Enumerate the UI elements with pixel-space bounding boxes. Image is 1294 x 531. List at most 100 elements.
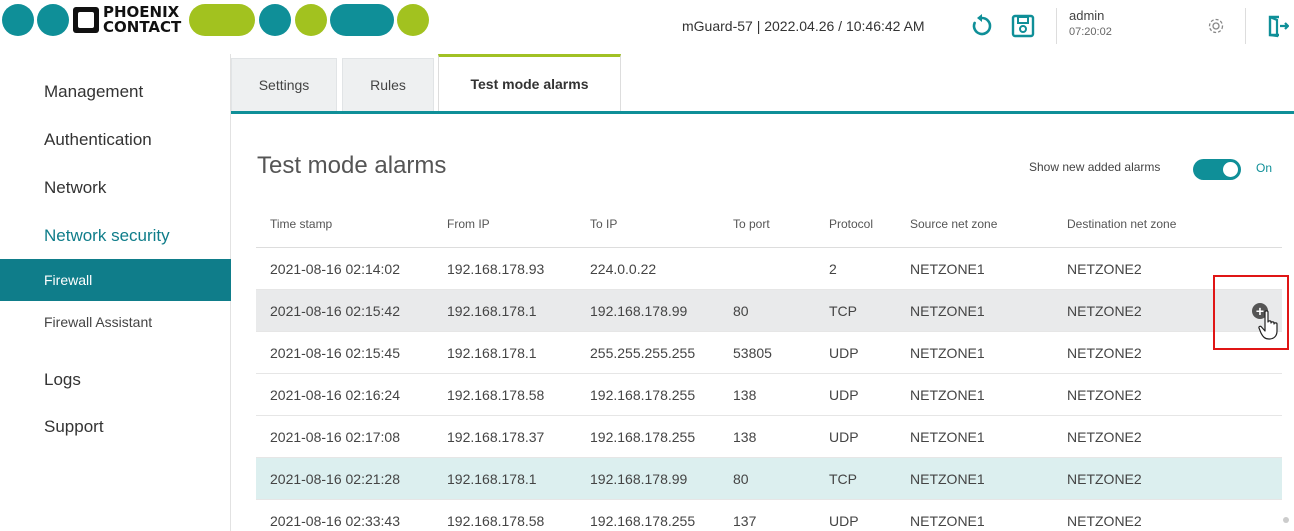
cell-timestamp: 2021-08-16 02:16:24: [270, 387, 400, 403]
cell-protocol: TCP: [829, 471, 857, 487]
logo-dot: [295, 4, 327, 36]
alarms-table: Time stamp From IP To IP To port Protoco…: [256, 204, 1282, 531]
cell-protocol: UDP: [829, 513, 859, 529]
toggle-label: Show new added alarms: [1029, 160, 1161, 174]
cell-from-ip: 192.168.178.58: [447, 387, 545, 403]
table-row[interactable]: 2021-08-16 02:21:28 192.168.178.1 192.16…: [256, 458, 1282, 500]
logo-dot: [37, 4, 69, 36]
cell-to-ip: 192.168.178.255: [590, 513, 696, 529]
logo-pill: [189, 4, 255, 36]
table-row[interactable]: 2021-08-16 02:14:02 192.168.178.93 224.0…: [256, 248, 1282, 290]
sidebar-item-firewall-assistant[interactable]: Firewall Assistant: [0, 301, 231, 343]
cell-from-ip: 192.168.178.93: [447, 261, 545, 277]
sidebar-item-firewall[interactable]: Firewall: [0, 259, 231, 301]
cell-destination-zone: NETZONE2: [1067, 387, 1142, 403]
cell-timestamp: 2021-08-16 02:17:08: [270, 429, 400, 445]
column-header[interactable]: To port: [733, 217, 770, 231]
cell-protocol: TCP: [829, 303, 857, 319]
cell-from-ip: 192.168.178.58: [447, 513, 545, 529]
cell-destination-zone: NETZONE2: [1067, 429, 1142, 445]
cell-destination-zone: NETZONE2: [1067, 513, 1142, 529]
cell-protocol: 2: [829, 261, 837, 277]
cell-to-port: 138: [733, 387, 757, 403]
sidebar-item-network[interactable]: Network: [44, 178, 106, 198]
cell-to-port: 53805: [733, 345, 772, 361]
save-icon[interactable]: [1010, 13, 1036, 39]
tab-test-mode-alarms[interactable]: Test mode alarms: [438, 54, 621, 111]
cell-source-zone: NETZONE1: [910, 513, 985, 529]
logo-dot: [2, 4, 34, 36]
cell-destination-zone: NETZONE2: [1067, 261, 1142, 277]
sidebar-item-logs[interactable]: Logs: [44, 370, 81, 390]
cell-to-ip: 192.168.178.255: [590, 387, 696, 403]
cell-to-ip: 224.0.0.22: [590, 261, 657, 277]
cell-destination-zone: NETZONE2: [1067, 345, 1142, 361]
sidebar-item-support[interactable]: Support: [44, 417, 104, 437]
cell-protocol: UDP: [829, 429, 859, 445]
cell-from-ip: 192.168.178.37: [447, 429, 545, 445]
gear-icon[interactable]: [1203, 13, 1229, 39]
sidebar-item-management[interactable]: Management: [44, 82, 143, 102]
sidebar-item-network-security[interactable]: Network security: [44, 226, 170, 246]
user-info[interactable]: admin 07:20:02: [1069, 8, 1112, 40]
cell-to-port: 80: [733, 303, 749, 319]
session-timer: 07:20:02: [1069, 26, 1112, 38]
cell-timestamp: 2021-08-16 02:15:45: [270, 345, 400, 361]
device-info: mGuard-57 | 2022.04.26 / 10:46:42 AM: [682, 18, 925, 34]
cell-to-ip: 192.168.178.99: [590, 471, 688, 487]
logo-wordmark: PHOENIX CONTACT: [73, 4, 185, 36]
table-row[interactable]: 2021-08-16 02:17:08 192.168.178.37 192.1…: [256, 416, 1282, 458]
sidebar-item-authentication[interactable]: Authentication: [44, 130, 152, 150]
column-header[interactable]: Time stamp: [270, 217, 332, 231]
table-header: Time stamp From IP To IP To port Protoco…: [256, 204, 1282, 248]
reload-icon[interactable]: [969, 13, 995, 39]
logo-pill: [330, 4, 394, 36]
cell-timestamp: 2021-08-16 02:15:42: [270, 303, 400, 319]
cell-timestamp: 2021-08-16 02:33:43: [270, 513, 400, 529]
cell-source-zone: NETZONE1: [910, 261, 985, 277]
toggle-state: On: [1256, 161, 1273, 175]
tab-rules[interactable]: Rules: [342, 58, 434, 111]
show-new-alarms-toggle[interactable]: [1193, 159, 1241, 180]
hand-cursor-icon: [1258, 310, 1280, 345]
page-title: Test mode alarms: [257, 152, 447, 179]
tab-bar: Settings Rules Test mode alarms: [231, 54, 1294, 114]
cell-to-ip: 192.168.178.99: [590, 303, 688, 319]
toggle-knob: [1223, 162, 1238, 177]
column-header[interactable]: Protocol: [829, 217, 873, 231]
sidebar-nav: Management Authentication Network Networ…: [0, 54, 231, 531]
scrollbar-indicator[interactable]: [1283, 517, 1289, 523]
logo-dot: [397, 4, 429, 36]
table-row[interactable]: 2021-08-16 02:15:42 192.168.178.1 192.16…: [256, 290, 1282, 332]
cell-from-ip: 192.168.178.1: [447, 303, 537, 319]
table-row[interactable]: 2021-08-16 02:33:43 192.168.178.58 192.1…: [256, 500, 1282, 531]
cell-protocol: UDP: [829, 345, 859, 361]
cell-to-port: 80: [733, 471, 749, 487]
tab-settings[interactable]: Settings: [231, 58, 337, 111]
cell-source-zone: NETZONE1: [910, 345, 985, 361]
logo-dot: [259, 4, 291, 36]
cell-to-port: 137: [733, 513, 757, 529]
table-row[interactable]: 2021-08-16 02:15:45 192.168.178.1 255.25…: [256, 332, 1282, 374]
table-row[interactable]: 2021-08-16 02:16:24 192.168.178.58 192.1…: [256, 374, 1282, 416]
app-header: PHOENIX CONTACT mGuard-57 | 2022.04.26 / …: [0, 0, 1294, 54]
cell-from-ip: 192.168.178.1: [447, 345, 537, 361]
cell-timestamp: 2021-08-16 02:14:02: [270, 261, 400, 277]
cell-source-zone: NETZONE1: [910, 387, 985, 403]
logout-icon[interactable]: [1264, 13, 1290, 39]
cell-source-zone: NETZONE1: [910, 303, 985, 319]
cell-destination-zone: NETZONE2: [1067, 303, 1142, 319]
cell-to-ip: 192.168.178.255: [590, 429, 696, 445]
cell-destination-zone: NETZONE2: [1067, 471, 1142, 487]
column-header[interactable]: Source net zone: [910, 217, 997, 231]
header-divider: [1245, 8, 1246, 44]
column-header[interactable]: Destination net zone: [1067, 217, 1176, 231]
cell-source-zone: NETZONE1: [910, 471, 985, 487]
column-header[interactable]: To IP: [590, 217, 617, 231]
cell-from-ip: 192.168.178.1: [447, 471, 537, 487]
cell-source-zone: NETZONE1: [910, 429, 985, 445]
column-header[interactable]: From IP: [447, 217, 490, 231]
username: admin: [1069, 8, 1105, 23]
phoenix-contact-logo: PHOENIX CONTACT: [0, 4, 429, 36]
cell-to-ip: 255.255.255.255: [590, 345, 696, 361]
